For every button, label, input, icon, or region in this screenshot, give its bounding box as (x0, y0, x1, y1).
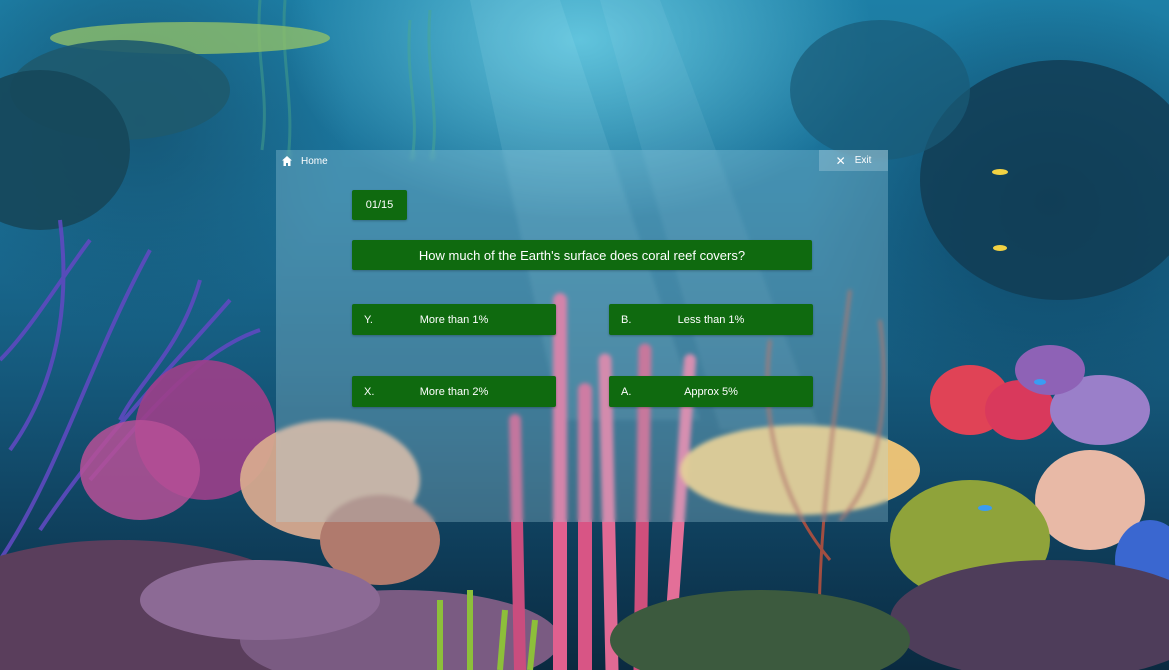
answer-option-x[interactable]: X. More than 2% (352, 376, 556, 407)
home-link[interactable]: Home (281, 153, 328, 169)
underwater-background: Home ✕ Exit 01/15 How much of the Earth'… (0, 0, 1169, 670)
answer-option-key: X. (364, 385, 375, 398)
exit-label: Exit (854, 155, 872, 166)
answer-option-text: Less than 1% (677, 313, 745, 326)
answer-option-key: Y. (364, 313, 373, 326)
question-counter-text: 01/15 (365, 199, 394, 211)
answer-option-y[interactable]: Y. More than 1% (352, 304, 556, 335)
answer-option-text: More than 1% (419, 313, 489, 326)
question-box: How much of the Earth's surface does cor… (352, 240, 812, 270)
answer-option-key: A. (621, 385, 632, 398)
home-icon (282, 156, 292, 166)
question-counter: 01/15 (352, 190, 407, 220)
question-text: How much of the Earth's surface does cor… (418, 247, 746, 263)
answer-option-key: B. (621, 313, 632, 326)
answer-option-b[interactable]: B. Less than 1% (609, 304, 813, 335)
answer-option-a[interactable]: A. Approx 5% (609, 376, 813, 407)
exit-button[interactable]: ✕ Exit (819, 150, 888, 171)
answer-option-text: More than 2% (419, 385, 489, 398)
home-label: Home (301, 155, 328, 167)
close-icon: ✕ (835, 153, 846, 168)
answer-option-text: Approx 5% (684, 385, 738, 398)
